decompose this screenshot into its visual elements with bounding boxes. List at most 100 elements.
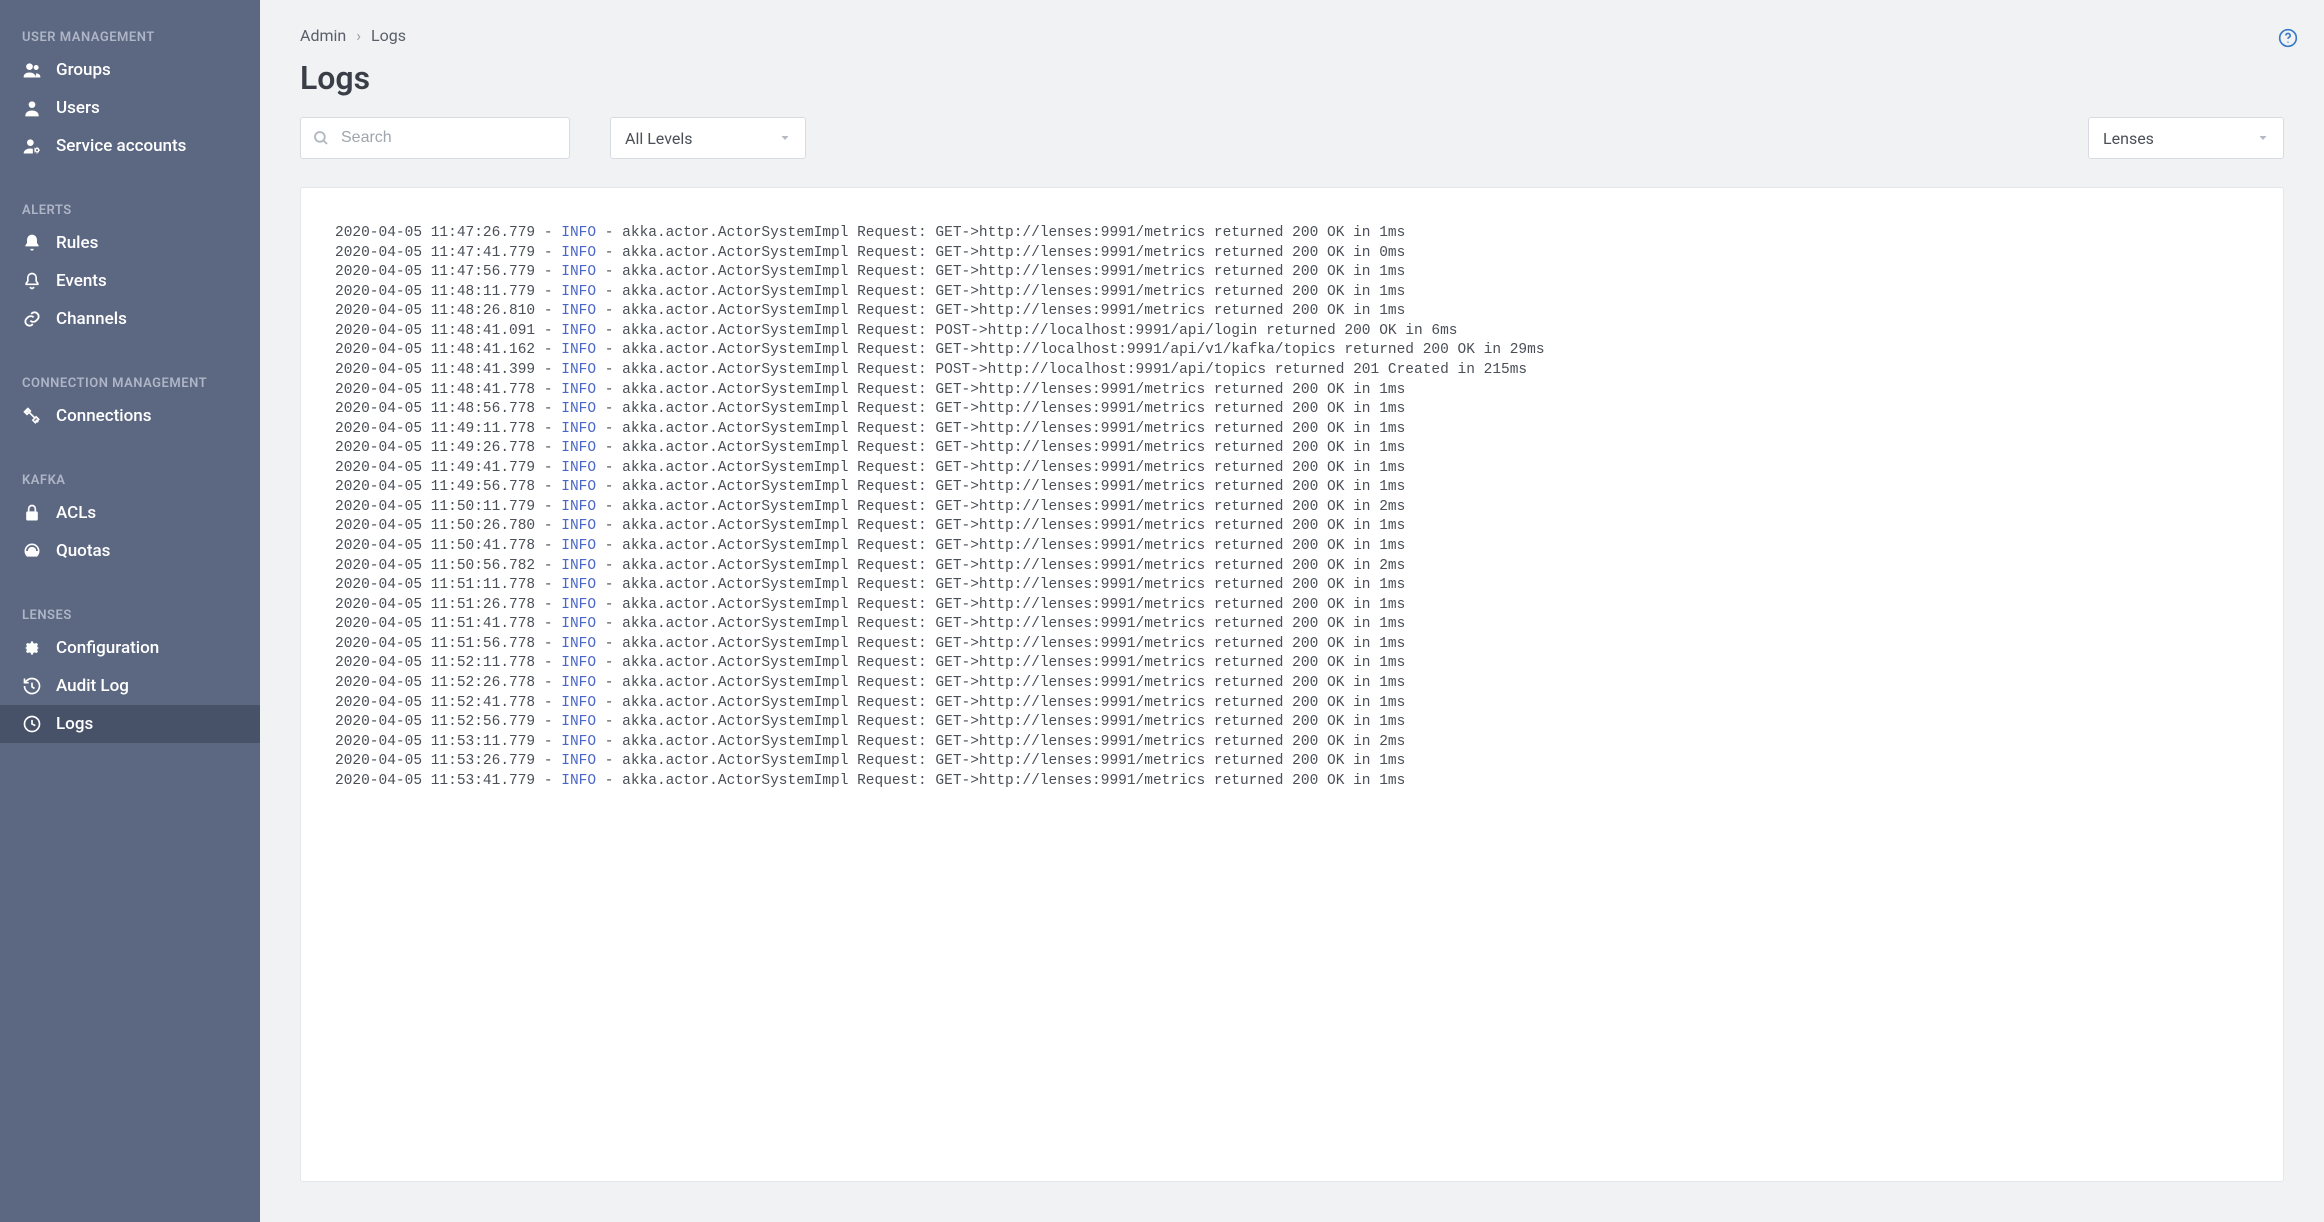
log-line: 2020-04-05 11:52:11.778 - INFO - akka.ac… [335, 654, 2249, 674]
breadcrumb-current: Logs [371, 26, 406, 45]
page-title: Logs [300, 59, 2284, 97]
log-line: 2020-04-05 11:53:11.779 - INFO - akka.ac… [335, 733, 2249, 753]
log-timestamp: 2020-04-05 11:51:26.778 [335, 597, 535, 613]
search-input[interactable] [300, 117, 570, 159]
log-level: INFO [561, 597, 596, 613]
main-content: Admin › Logs Logs All Levels Lenses [260, 0, 2324, 1222]
sidebar-item-label: Quotas [56, 541, 110, 561]
log-message: akka.actor.ActorSystemImpl Request: GET-… [622, 421, 1405, 437]
breadcrumb-root[interactable]: Admin [300, 26, 346, 45]
log-level: INFO [561, 773, 596, 789]
source-select[interactable]: Lenses [2088, 117, 2284, 159]
sidebar-section-title: LENSES [0, 598, 260, 629]
log-line: 2020-04-05 11:49:56.778 - INFO - akka.ac… [335, 478, 2249, 498]
log-line: 2020-04-05 11:50:26.780 - INFO - akka.ac… [335, 517, 2249, 537]
level-select[interactable]: All Levels [610, 117, 806, 159]
log-line: 2020-04-05 11:47:56.779 - INFO - akka.ac… [335, 263, 2249, 283]
log-line: 2020-04-05 11:51:11.778 - INFO - akka.ac… [335, 576, 2249, 596]
sidebar-item-configuration[interactable]: Configuration [0, 629, 260, 667]
sidebar-item-connections[interactable]: Connections [0, 397, 260, 435]
log-message: akka.actor.ActorSystemImpl Request: GET-… [622, 382, 1405, 398]
log-level: INFO [561, 382, 596, 398]
log-line: 2020-04-05 11:50:11.779 - INFO - akka.ac… [335, 498, 2249, 518]
log-message: akka.actor.ActorSystemImpl Request: GET-… [622, 655, 1405, 671]
log-level: INFO [561, 616, 596, 632]
log-timestamp: 2020-04-05 11:51:41.778 [335, 616, 535, 632]
log-level: INFO [561, 225, 596, 241]
log-line: 2020-04-05 11:52:26.778 - INFO - akka.ac… [335, 674, 2249, 694]
log-timestamp: 2020-04-05 11:48:56.778 [335, 401, 535, 417]
chevron-down-icon [779, 132, 791, 144]
log-message: akka.actor.ActorSystemImpl Request: GET-… [622, 460, 1405, 476]
source-select-value: Lenses [2103, 129, 2154, 148]
log-timestamp: 2020-04-05 11:51:56.778 [335, 636, 535, 652]
log-level: INFO [561, 460, 596, 476]
level-select-value: All Levels [625, 129, 692, 148]
log-level: INFO [561, 323, 596, 339]
log-timestamp: 2020-04-05 11:53:41.779 [335, 773, 535, 789]
sidebar-item-audit-log[interactable]: Audit Log [0, 667, 260, 705]
sidebar-item-rules[interactable]: Rules [0, 224, 260, 262]
sidebar-item-groups[interactable]: Groups [0, 51, 260, 89]
log-level: INFO [561, 538, 596, 554]
log-message: akka.actor.ActorSystemImpl Request: GET-… [622, 499, 1405, 515]
sidebar-item-label: Rules [56, 233, 98, 253]
sidebar-item-channels[interactable]: Channels [0, 300, 260, 338]
log-level: INFO [561, 499, 596, 515]
log-line: 2020-04-05 11:51:26.778 - INFO - akka.ac… [335, 596, 2249, 616]
sidebar-item-acls[interactable]: ACLs [0, 494, 260, 532]
log-line: 2020-04-05 11:48:26.810 - INFO - akka.ac… [335, 302, 2249, 322]
log-level: INFO [561, 421, 596, 437]
log-message: akka.actor.ActorSystemImpl Request: POST… [622, 323, 1457, 339]
bell-outline-icon [20, 271, 44, 291]
log-level: INFO [561, 284, 596, 300]
sidebar-item-label: Connections [56, 406, 152, 426]
sidebar-item-label: Logs [56, 714, 93, 734]
log-message: akka.actor.ActorSystemImpl Request: GET-… [622, 303, 1405, 319]
topbar: Admin › Logs Logs All Levels Lenses [260, 0, 2324, 187]
gear-icon [20, 638, 44, 658]
log-message: akka.actor.ActorSystemImpl Request: GET-… [622, 342, 1544, 358]
help-icon[interactable] [2278, 28, 2298, 48]
sidebar-item-users[interactable]: Users [0, 89, 260, 127]
log-line: 2020-04-05 11:49:26.778 - INFO - akka.ac… [335, 439, 2249, 459]
sidebar-item-quotas[interactable]: Quotas [0, 532, 260, 570]
log-level: INFO [561, 518, 596, 534]
log-line: 2020-04-05 11:53:26.779 - INFO - akka.ac… [335, 752, 2249, 772]
controls-row: All Levels Lenses [300, 117, 2284, 159]
log-line: 2020-04-05 11:50:56.782 - INFO - akka.ac… [335, 557, 2249, 577]
log-message: akka.actor.ActorSystemImpl Request: GET-… [622, 773, 1405, 789]
sidebar-item-service-accounts[interactable]: Service accounts [0, 127, 260, 165]
log-timestamp: 2020-04-05 11:49:41.779 [335, 460, 535, 476]
sidebar-item-label: Events [56, 271, 107, 291]
log-timestamp: 2020-04-05 11:48:41.399 [335, 362, 535, 378]
sidebar-section-title: ALERTS [0, 193, 260, 224]
sidebar-item-events[interactable]: Events [0, 262, 260, 300]
history-icon [20, 676, 44, 696]
log-timestamp: 2020-04-05 11:52:11.778 [335, 655, 535, 671]
log-timestamp: 2020-04-05 11:47:56.779 [335, 264, 535, 280]
log-level: INFO [561, 303, 596, 319]
search-box [300, 117, 570, 159]
log-line: 2020-04-05 11:51:41.778 - INFO - akka.ac… [335, 615, 2249, 635]
sidebar-item-logs[interactable]: Logs [0, 705, 260, 743]
log-line: 2020-04-05 11:48:11.779 - INFO - akka.ac… [335, 283, 2249, 303]
log-message: akka.actor.ActorSystemImpl Request: GET-… [622, 264, 1405, 280]
clock-icon [20, 714, 44, 734]
log-timestamp: 2020-04-05 11:48:26.810 [335, 303, 535, 319]
log-line: 2020-04-05 11:48:56.778 - INFO - akka.ac… [335, 400, 2249, 420]
sidebar-item-label: Service accounts [56, 136, 186, 156]
log-message: akka.actor.ActorSystemImpl Request: GET-… [622, 401, 1405, 417]
log-level: INFO [561, 695, 596, 711]
sidebar-item-label: Users [56, 98, 100, 118]
user-icon [20, 98, 44, 118]
log-line: 2020-04-05 11:47:26.779 - INFO - akka.ac… [335, 224, 2249, 244]
log-message: akka.actor.ActorSystemImpl Request: GET-… [622, 284, 1405, 300]
log-message: akka.actor.ActorSystemImpl Request: GET-… [622, 714, 1405, 730]
log-line: 2020-04-05 11:47:41.779 - INFO - akka.ac… [335, 244, 2249, 264]
log-panel[interactable]: 2020-04-05 11:47:26.779 - INFO - akka.ac… [300, 187, 2284, 1182]
log-level: INFO [561, 636, 596, 652]
log-timestamp: 2020-04-05 11:52:26.778 [335, 675, 535, 691]
log-line: 2020-04-05 11:51:56.778 - INFO - akka.ac… [335, 635, 2249, 655]
log-message: akka.actor.ActorSystemImpl Request: GET-… [622, 753, 1405, 769]
